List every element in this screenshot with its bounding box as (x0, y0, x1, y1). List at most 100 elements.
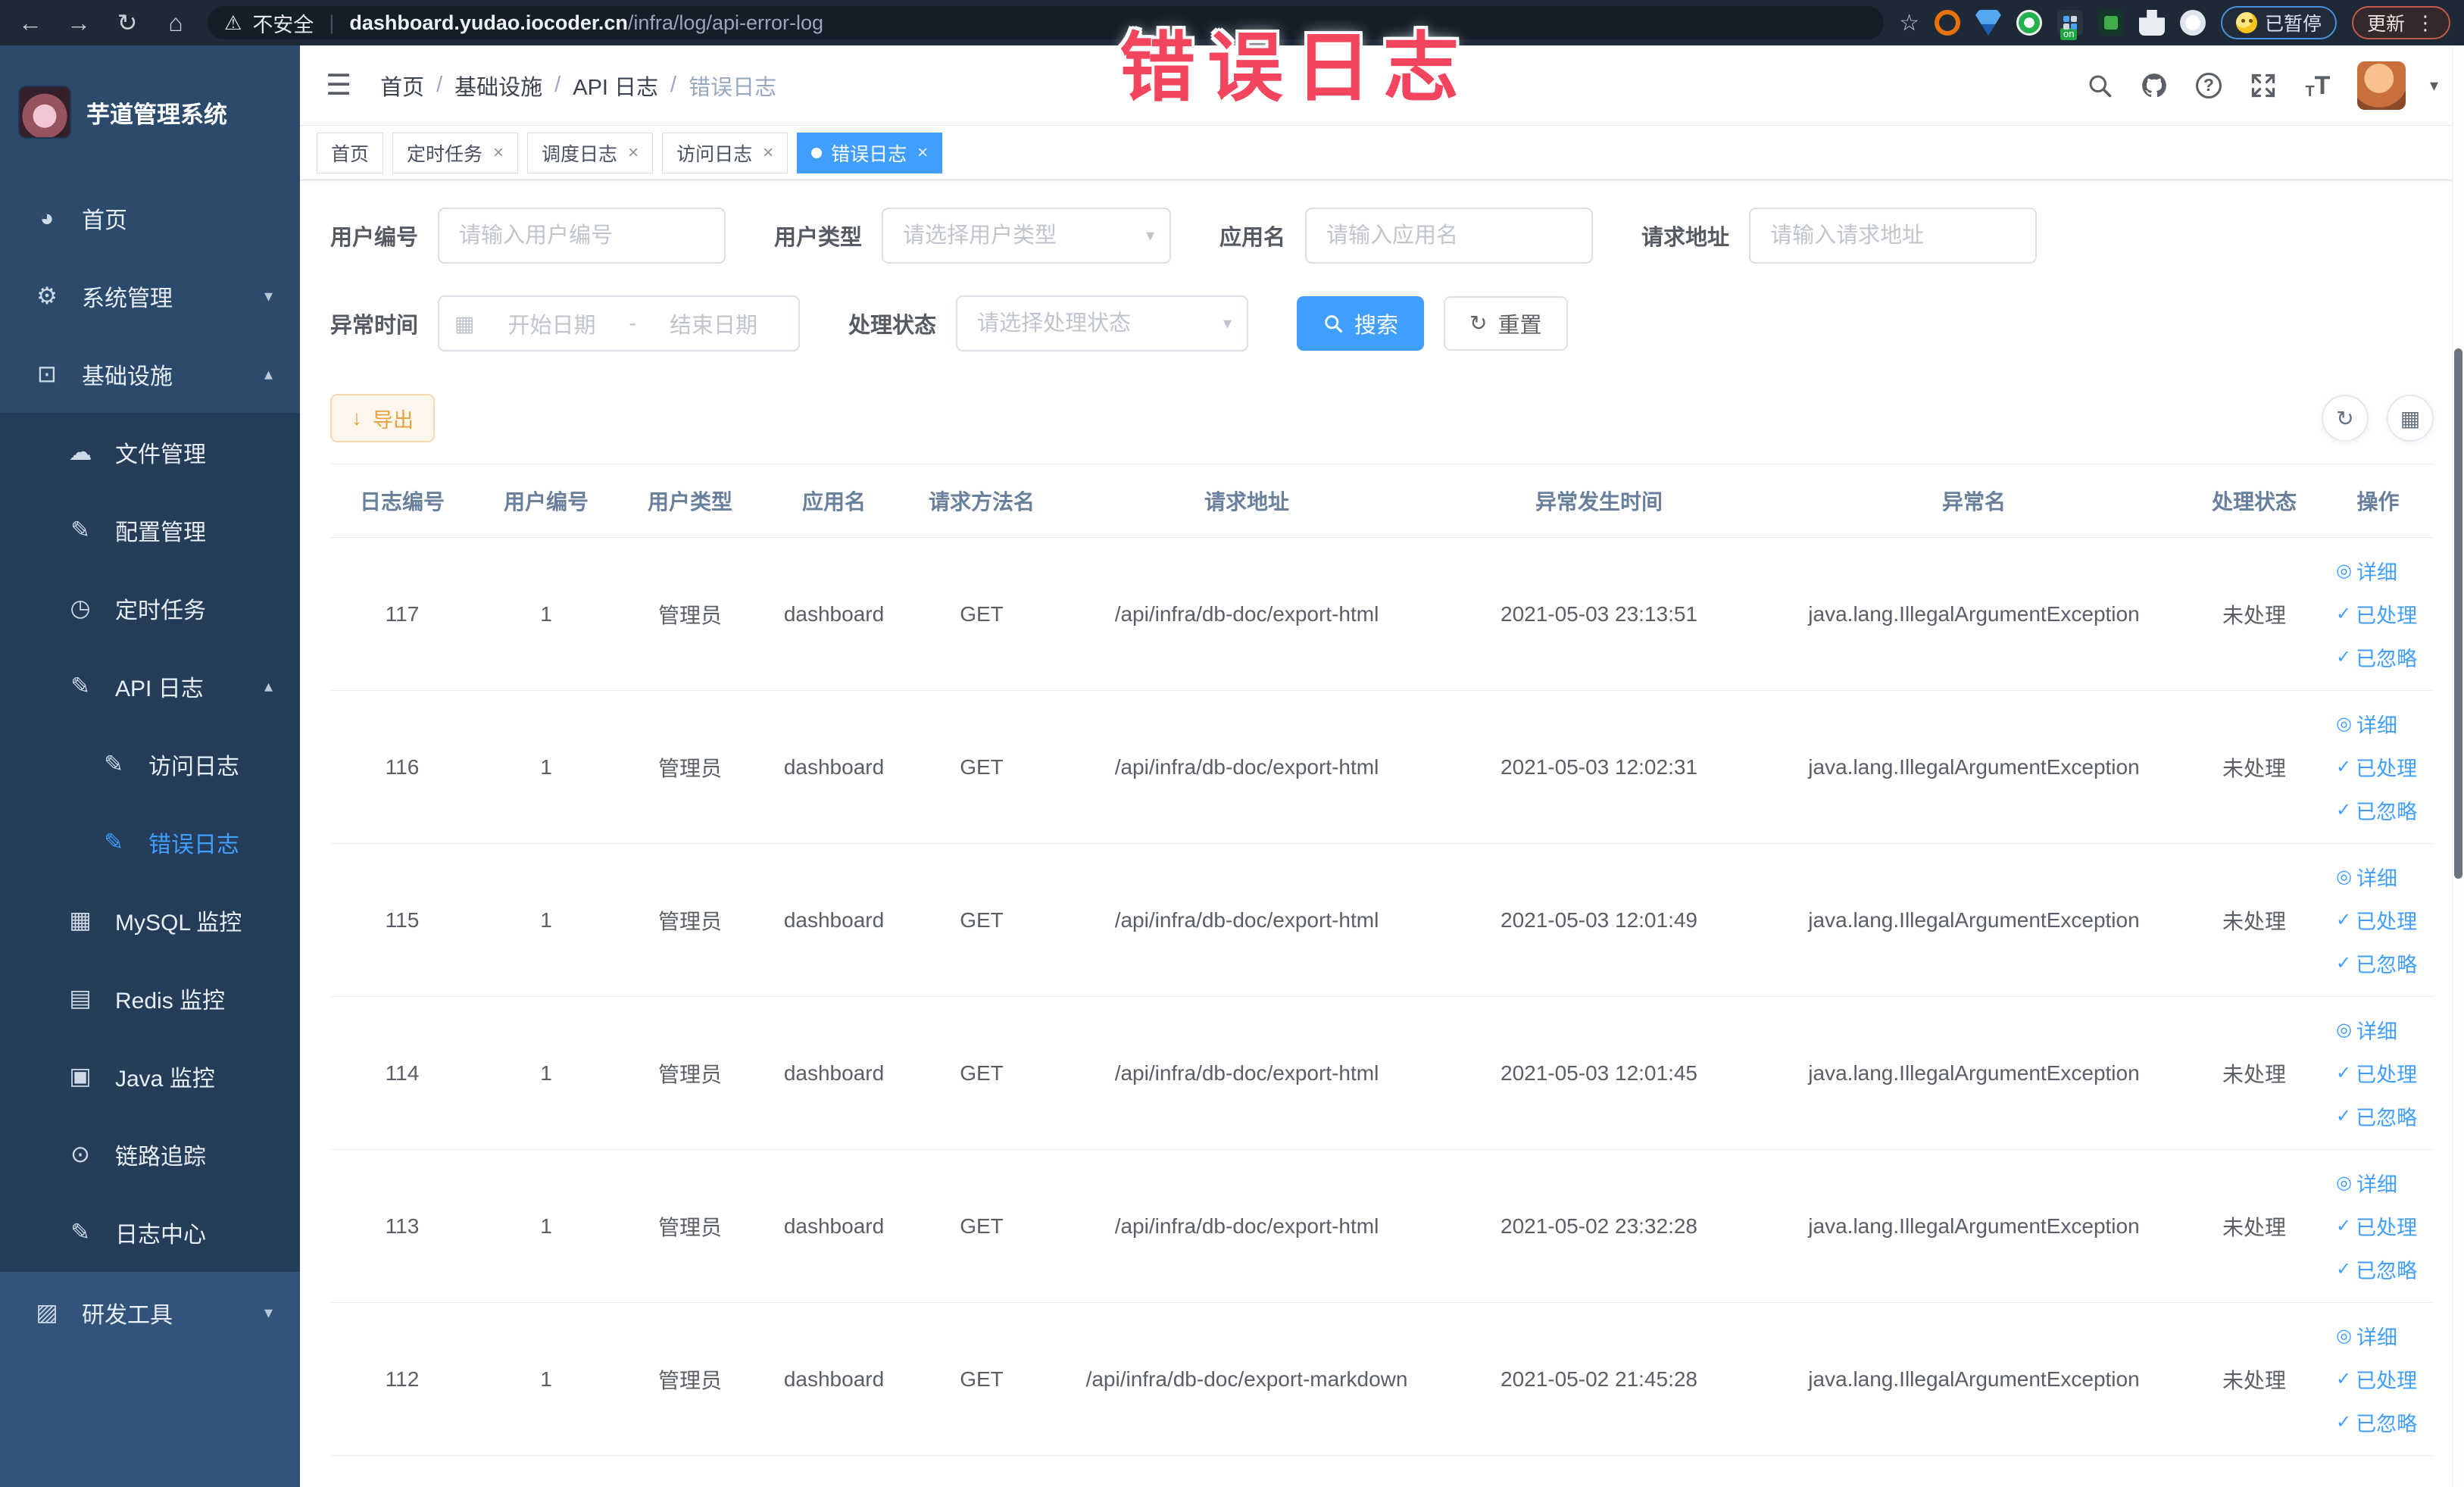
extension-icon[interactable] (2097, 10, 2124, 36)
mark-ignored-link[interactable]: ✓ 已忽略 (2336, 948, 2417, 978)
extension-icon[interactable] (1934, 10, 1960, 36)
sidebar-item-trace[interactable]: ⊙ 链路追踪 (0, 1115, 300, 1193)
puzzle-extension-icon[interactable] (2138, 10, 2165, 36)
sidebar-item-api-log[interactable]: ✎ API 日志 ▴ (0, 647, 300, 725)
mark-ignored-link[interactable]: ✓ 已忽略 (2336, 642, 2417, 672)
mark-processed-link[interactable]: ✓ 已处理 (2336, 752, 2417, 782)
app-name-input[interactable] (1305, 208, 1594, 264)
search-icon[interactable] (2085, 70, 2115, 101)
status-badge: 未处理 (2186, 690, 2322, 844)
profile-avatar-icon[interactable] (2179, 10, 2206, 36)
detail-link[interactable]: ◎ 详细 (2336, 1321, 2397, 1351)
sidebar-item-file-management[interactable]: ☁ 文件管理 (0, 413, 300, 491)
eye-icon: ◎ (2336, 714, 2352, 734)
filter-user-type: 用户类型 ▾ (774, 208, 1172, 264)
user-type-select[interactable] (882, 208, 1172, 264)
scrollbar-thumb[interactable] (2454, 348, 2462, 879)
detail-link[interactable]: ◎ 详细 (2336, 1015, 2397, 1045)
chevron-down-icon[interactable]: ▾ (2430, 76, 2438, 95)
filter-user-id: 用户编号 (330, 208, 726, 264)
tab-close-icon[interactable]: × (628, 142, 639, 164)
user-avatar[interactable] (2356, 61, 2406, 110)
export-button[interactable]: ↓ 导出 (330, 394, 435, 442)
sidebar-item-config-management[interactable]: ✎ 配置管理 (0, 491, 300, 569)
mark-ignored-link[interactable]: ✓ 已忽略 (2336, 1101, 2417, 1131)
process-status-select[interactable] (956, 295, 1249, 351)
breadcrumb-item[interactable]: API 日志 (573, 70, 658, 102)
extension-icon[interactable]: on (2056, 10, 2083, 40)
tab-schedule-log[interactable]: 调度日志 × (527, 132, 654, 173)
kebab-menu-icon[interactable]: ⋮ (2416, 11, 2435, 35)
detail-link[interactable]: ◎ 详细 (2336, 1168, 2397, 1198)
forward-icon[interactable]: → (62, 9, 95, 37)
date-range-picker[interactable]: ▦ 开始日期 - 结束日期 (438, 295, 801, 351)
column-header: 异常名 (1762, 464, 2186, 538)
sidebar-item-scheduled-tasks[interactable]: ◷ 定时任务 (0, 569, 300, 647)
search-button[interactable]: 搜索 (1297, 296, 1425, 351)
tab-close-icon[interactable]: × (763, 142, 773, 164)
mark-ignored-link[interactable]: ✓ 已忽略 (2336, 795, 2417, 825)
tab-home[interactable]: 首页 (317, 132, 384, 173)
check-icon: ✓ (2336, 1369, 2352, 1389)
reset-button[interactable]: ↻ 重置 (1444, 296, 1568, 351)
eye-icon: ⊙ (70, 1140, 90, 1167)
github-icon[interactable] (2139, 70, 2169, 101)
breadcrumb-item[interactable]: 基础设施 (454, 70, 542, 102)
hamburger-icon[interactable]: ☰ (326, 68, 351, 102)
request-url-input[interactable] (1749, 208, 2038, 264)
mark-processed-link[interactable]: ✓ 已处理 (2336, 905, 2417, 935)
tab-error-log[interactable]: 错误日志 × (797, 132, 943, 173)
column-header: 应用名 (762, 464, 906, 538)
tab-close-icon[interactable]: × (493, 142, 504, 164)
address-bar[interactable]: ⚠ 不安全 | dashboard.yudao.iocoder.cn/infra… (208, 6, 1885, 39)
refresh-button[interactable]: ↻ (2322, 395, 2369, 442)
sidebar-item-log-center[interactable]: ✎ 日志中心 (0, 1193, 300, 1271)
table-header-row: 日志编号 用户编号 用户类型 应用名 请求方法名 请求地址 异常发生时间 异常名… (330, 464, 2434, 538)
security-label: 不安全 (252, 13, 314, 36)
mark-processed-link[interactable]: ✓ 已处理 (2336, 599, 2417, 629)
tags-view-bar: 首页 定时任务 × 调度日志 × 访问日志 × 错误日志 × (300, 126, 2464, 180)
column-settings-button[interactable]: ▦ (2387, 395, 2434, 442)
font-size-icon[interactable]: TT (2303, 70, 2333, 101)
back-icon[interactable]: ← (14, 9, 47, 37)
mark-processed-link[interactable]: ✓ 已处理 (2336, 1211, 2417, 1241)
sidebar-item-mysql-monitor[interactable]: ▦ MySQL 监控 (0, 881, 300, 959)
bookmark-star-icon[interactable]: ☆ (1899, 10, 1919, 36)
mark-processed-link[interactable]: ✓ 已处理 (2336, 1058, 2417, 1088)
table-row: 113 1 管理员 dashboard GET /api/infra/db-do… (330, 1149, 2434, 1303)
detail-link[interactable]: ◎ 详细 (2336, 556, 2397, 586)
tab-close-icon[interactable]: × (917, 142, 928, 164)
page-scrollbar[interactable] (2452, 45, 2464, 1487)
breadcrumb-item[interactable]: 首页 (380, 70, 424, 102)
mark-ignored-link[interactable]: ✓ 已忽略 (2336, 1407, 2417, 1437)
column-header: 操作 (2322, 464, 2434, 538)
extension-icon[interactable] (2016, 10, 2042, 36)
detail-link[interactable]: ◎ 详细 (2336, 862, 2397, 892)
home-icon[interactable]: ⌂ (159, 9, 192, 37)
tab-access-log[interactable]: 访问日志 × (662, 132, 789, 173)
emoji-icon (2235, 12, 2257, 33)
check-icon: ✓ (2336, 910, 2352, 930)
fullscreen-icon[interactable] (2248, 70, 2278, 101)
reload-icon[interactable]: ↻ (111, 8, 144, 37)
sidebar-item-error-log[interactable]: ✎ 错误日志 (0, 803, 300, 881)
check-icon: ✓ (2336, 1412, 2352, 1432)
sidebar-item-infrastructure[interactable]: ⊡ 基础设施 ▴ (0, 335, 300, 413)
sidebar-item-access-log[interactable]: ✎ 访问日志 (0, 725, 300, 803)
extension-icon[interactable] (1975, 10, 2001, 36)
mark-processed-link[interactable]: ✓ 已处理 (2336, 1364, 2417, 1394)
tab-scheduled-tasks[interactable]: 定时任务 × (392, 132, 519, 173)
user-id-input[interactable] (438, 208, 726, 264)
help-icon[interactable]: ? (2194, 70, 2224, 101)
detail-link[interactable]: ◎ 详细 (2336, 709, 2397, 739)
sidebar-item-redis-monitor[interactable]: ▤ Redis 监控 (0, 959, 300, 1037)
tab-paused-pill[interactable]: 已暂停 (2220, 6, 2337, 39)
sidebar-item-system[interactable]: ⚙ 系统管理 ▾ (0, 257, 300, 335)
browser-update-button[interactable]: 更新 ⋮ (2351, 6, 2450, 39)
sidebar-item-home[interactable]: ◕ 首页 (0, 179, 300, 257)
mark-ignored-link[interactable]: ✓ 已忽略 (2336, 1254, 2417, 1284)
active-tab-dot (811, 147, 823, 158)
sidebar-logo[interactable]: 芋道管理系统 (0, 45, 300, 179)
sidebar-item-java-monitor[interactable]: ▣ Java 监控 (0, 1037, 300, 1115)
sidebar-item-dev-tools[interactable]: ▨ 研发工具 ▾ (0, 1272, 300, 1354)
